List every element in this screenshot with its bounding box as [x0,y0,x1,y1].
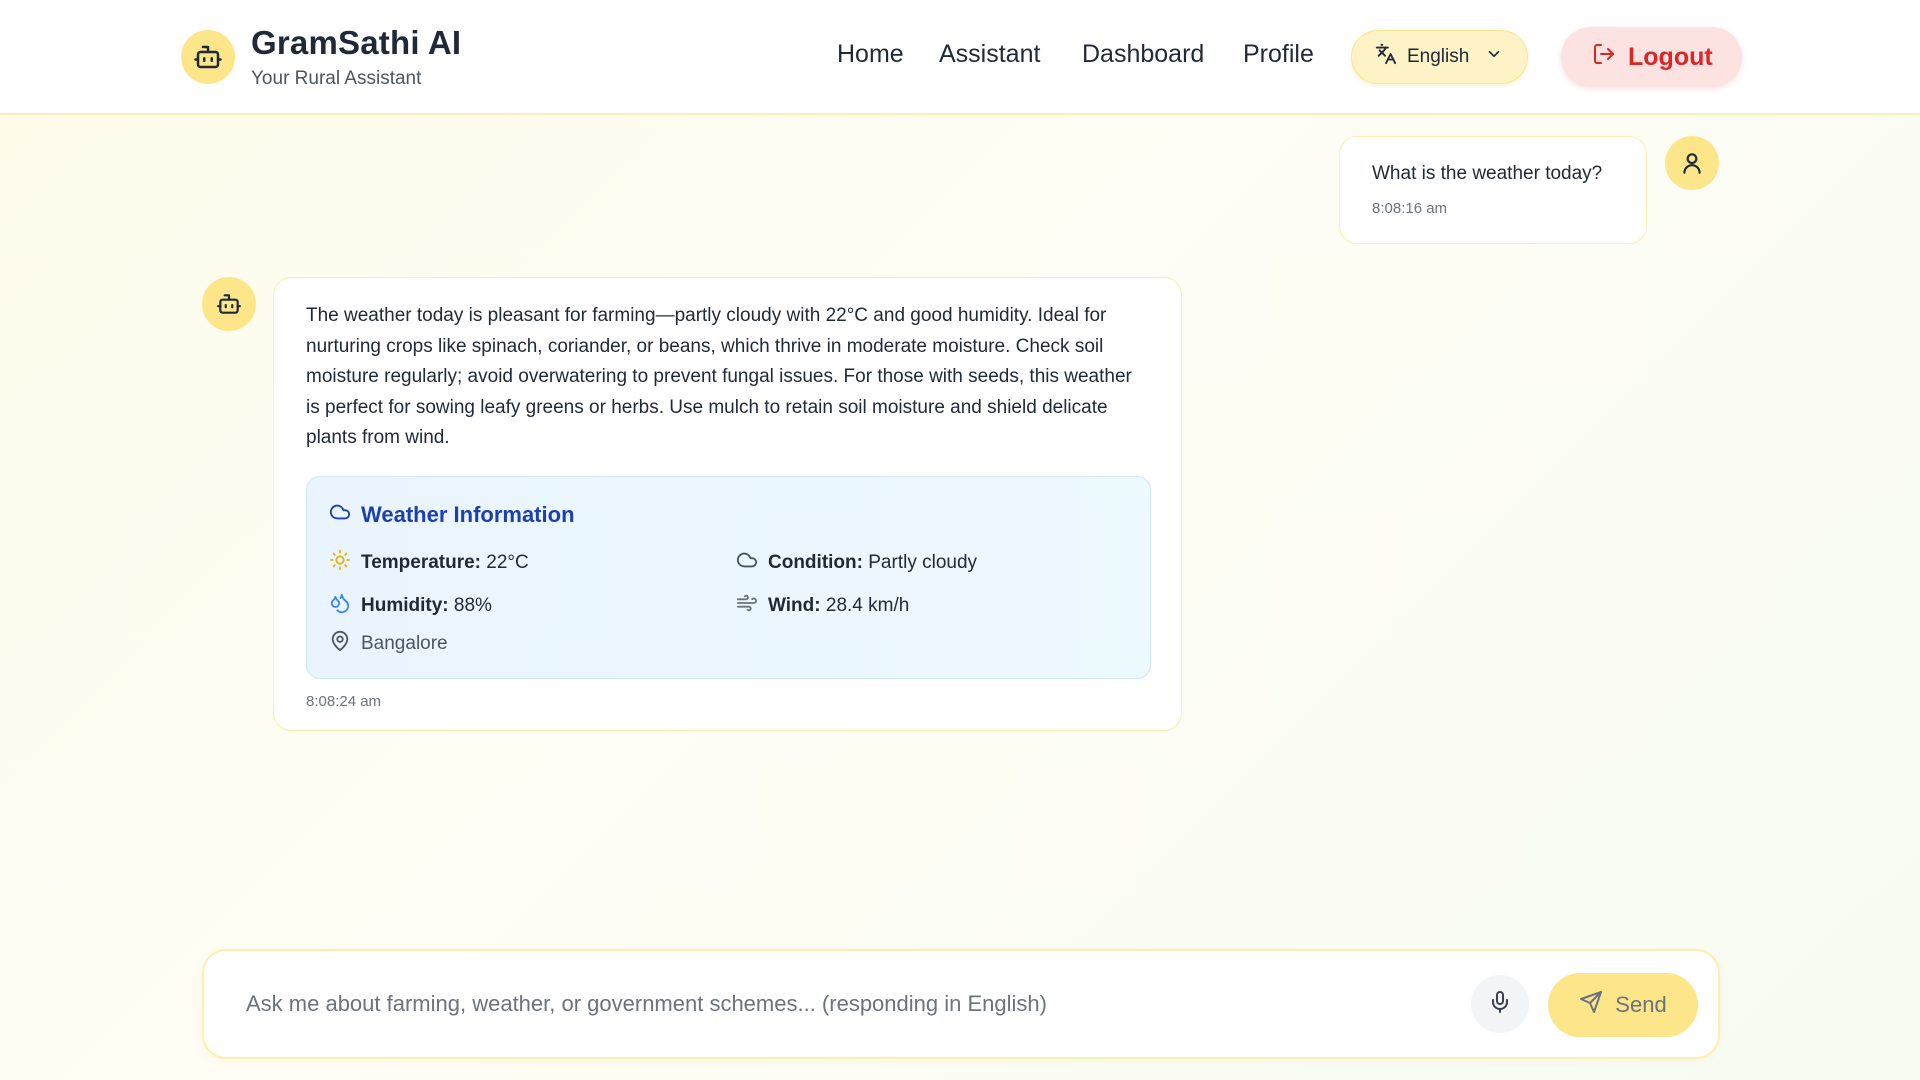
language-select[interactable]: English [1351,30,1528,84]
language-label: English [1407,46,1470,67]
humidity-row: Humidity: 88% [329,592,492,620]
nav-profile[interactable]: Profile [1243,40,1314,69]
send-label: Send [1615,992,1667,1017]
weather-title-text: Weather Information [361,501,575,527]
user-message-time: 8:08:16 am [1372,200,1448,217]
temperature-row: Temperature: 22°C [329,549,529,577]
cloud-condition-icon [736,549,758,577]
wind-icon [736,592,758,620]
bot-message-bubble: The weather today is pleasant for farmin… [273,277,1182,731]
droplets-icon [329,592,351,620]
app-header: GramSathi AI Your Rural Assistant Home A… [0,0,1920,115]
sun-icon [329,549,351,577]
logout-button[interactable]: Logout [1561,27,1742,87]
bot-message-time: 8:08:24 am [306,692,382,710]
user-message-bubble: What is the weather today? 8:08:16 am [1339,136,1647,244]
temperature-label: Temperature: [361,551,482,573]
humidity-label: Humidity: [361,594,449,616]
translate-icon [1375,43,1397,71]
logout-label: Logout [1628,42,1713,71]
send-icon [1579,990,1603,1020]
wind-value: 28.4 km/h [825,594,910,616]
chat-input[interactable] [246,981,1426,1027]
user-avatar-icon [1665,136,1719,190]
condition-value: Partly cloudy [868,551,978,573]
condition-row: Condition: Partly cloudy [736,549,977,577]
nav-dashboard[interactable]: Dashboard [1082,40,1204,69]
bot-message-text: The weather today is pleasant for farmin… [306,305,1132,448]
map-pin-icon [329,630,351,658]
wind-row: Wind: 28.4 km/h [736,592,909,620]
location-row: Bangalore [329,630,448,658]
chevron-down-icon [1485,45,1503,69]
nav-home[interactable]: Home [837,40,904,69]
chat-composer: Send [202,949,1720,1059]
robot-logo-icon [181,30,235,84]
user-message-text: What is the weather today? [1372,163,1603,184]
mic-icon [1488,990,1512,1019]
condition-label: Condition: [768,551,863,573]
weather-card-title: Weather Information [329,501,575,529]
bot-avatar-icon [202,277,256,331]
wind-label: Wind: [768,594,821,616]
cloud-icon [329,501,351,529]
weather-card: Weather Information Temperature: 22°C Co… [306,475,1151,679]
location-value: Bangalore [361,632,448,654]
mic-button[interactable] [1471,975,1529,1033]
humidity-value: 88% [453,594,492,616]
temperature-value: 22°C [486,551,529,573]
send-button[interactable]: Send [1548,973,1698,1037]
nav-assistant[interactable]: Assistant [939,40,1040,69]
logout-icon [1592,42,1616,73]
brand-title: GramSathi AI [251,24,462,61]
brand-subtitle: Your Rural Assistant [251,68,422,89]
